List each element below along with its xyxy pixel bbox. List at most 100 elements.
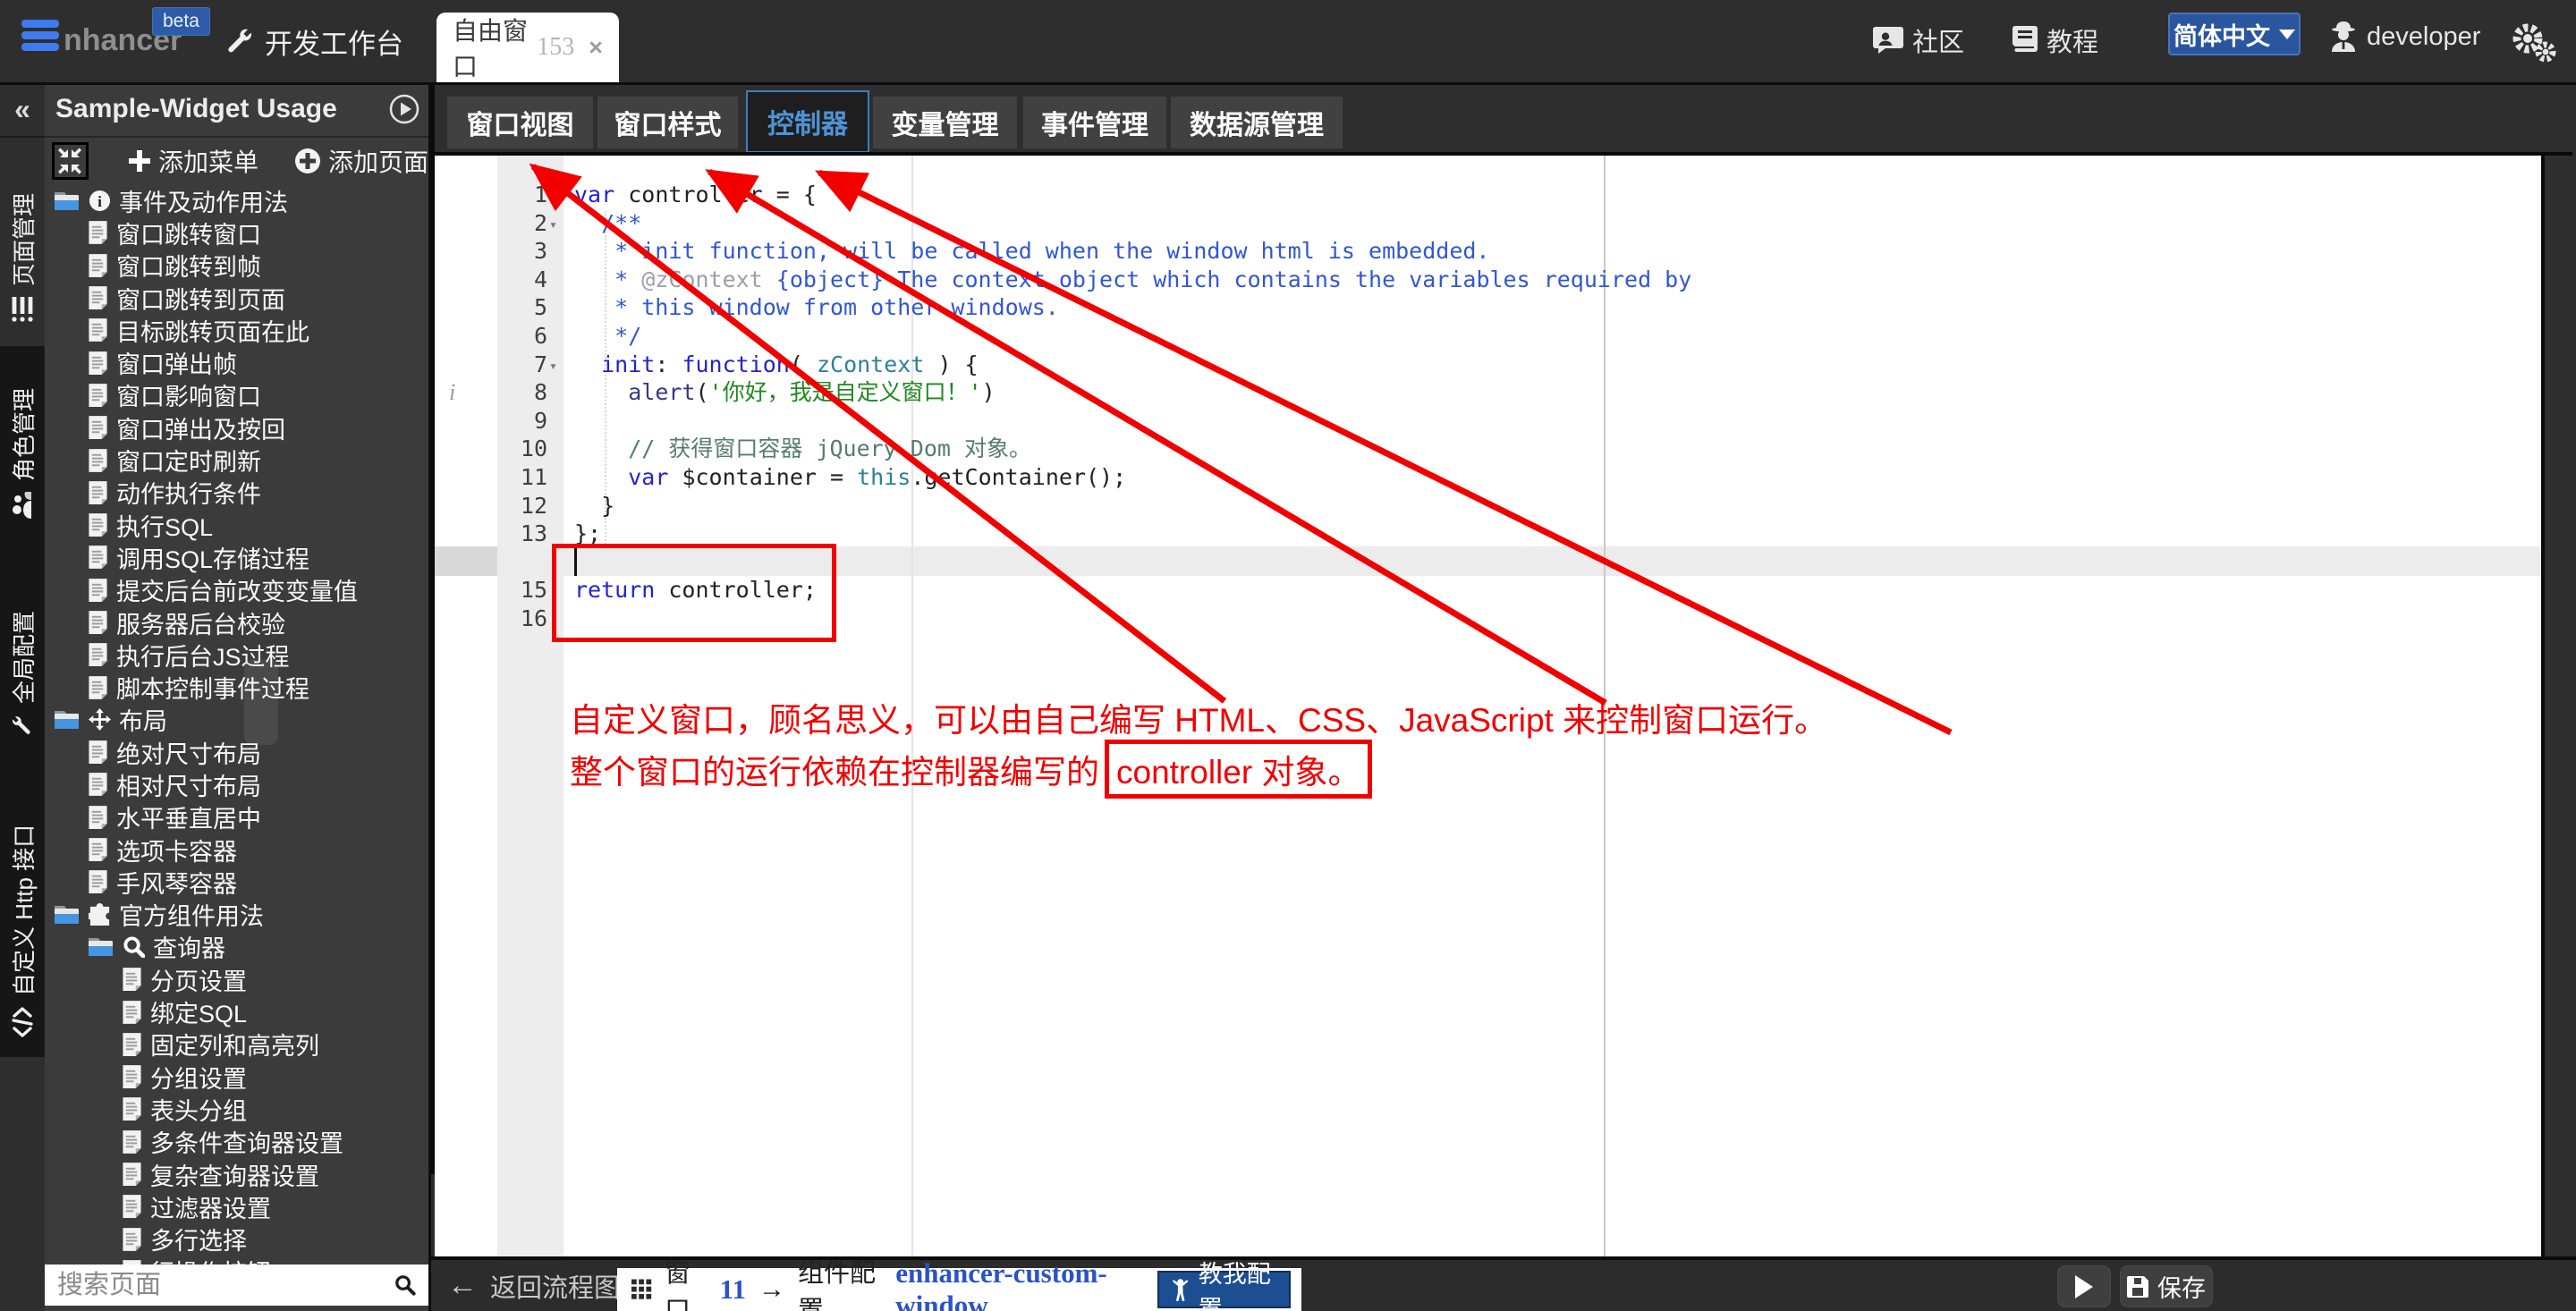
tree-folder[interactable]: i事件及动作用法 [45,184,428,216]
tree-item[interactable]: 动作执行条件 [45,477,428,509]
tree-item[interactable]: 窗口弹出及按回 [45,411,428,444]
document-icon [88,512,108,537]
user-menu[interactable]: developer [2329,21,2480,52]
collapse-all-button[interactable] [52,142,89,180]
gutter-active-line [435,546,501,576]
code-editor[interactable]: 1▾2▾34567▾8910111213141516 i var control… [435,156,2541,1256]
document-icon [88,253,108,278]
search-icon[interactable] [394,1272,416,1298]
close-icon[interactable]: × [589,34,603,62]
fold-toggle-icon[interactable]: ▾ [549,351,557,379]
tree-item[interactable]: 多行选择 [45,1223,428,1256]
search-input[interactable] [45,1271,394,1300]
tab-free-window[interactable]: 自由窗口 153 × [436,13,619,82]
bottom-bar: ← 返回流程图 窗口 11 → 组件配置 enhancer-custom-win… [431,1260,2576,1311]
rail-tab-1[interactable]: 页面管理 [0,148,45,331]
tree-item-label: 窗口定时刷新 [116,443,261,478]
code-line-15: return controller; [574,576,817,605]
crumb-window-number[interactable]: 11 [720,1273,746,1306]
code-icon [12,1007,33,1037]
editor-tab-4[interactable]: 变量管理 [873,97,1017,148]
editor-tab-5[interactable]: 事件管理 [1023,97,1166,148]
tree-item[interactable]: 调用SQL存储过程 [45,541,428,573]
tree-scrollbar[interactable] [244,659,278,745]
tree-item[interactable]: 服务器后台校验 [45,606,428,639]
left-rail: « 页面管理角色管理全局配置自定义 Http 接口 [0,82,45,1311]
document-icon [88,415,108,440]
tree-item[interactable]: 窗口跳转窗口 [45,216,428,249]
preview-run-button[interactable] [2057,1265,2111,1307]
tree-item-label: 动作执行条件 [116,475,261,510]
tree-item[interactable]: 窗口影响窗口 [45,379,428,411]
editor-tab-6[interactable]: 数据源管理 [1171,97,1343,148]
tree-item[interactable]: 固定列和高亮列 [45,1028,428,1061]
fold-toggle-icon[interactable]: ▾ [549,209,557,238]
tree-item[interactable]: 目标跳转页面在此 [45,314,428,346]
code-line-11: var $container = this.getContainer(); [574,463,1126,492]
tree-folder[interactable]: 查询器 [45,931,428,963]
line-number: 3 [497,237,547,266]
tree-item[interactable]: 窗口跳转到页面 [45,282,428,314]
main-area: 窗口视图窗口样式控制器变量管理事件管理数据源管理 1▾2▾34567▾89101… [431,82,2576,1311]
tree-item[interactable]: 复杂查询器设置 [45,1158,428,1190]
save-button[interactable]: 保存 [2120,1265,2213,1307]
tree-item[interactable]: 窗口跳转到帧 [45,250,428,282]
tree-item-label: 选项卡容器 [116,833,237,867]
tree-item[interactable]: 表头分组 [45,1093,428,1125]
tree-item[interactable]: 手风琴容器 [45,866,428,898]
add-menu-button[interactable]: 添加菜单 [128,143,258,179]
language-select[interactable]: 简体中文 [2168,13,2301,55]
tree-item-label: 官方组件用法 [119,897,264,932]
fold-toggle-icon[interactable]: ▾ [549,181,557,209]
rail-tab-3[interactable]: 全局配置 [0,572,45,747]
tree-folder[interactable]: 布局 [45,704,428,736]
tree-item[interactable]: 绝对尺寸布局 [45,736,428,768]
crumb-component-name[interactable]: enhancer-custom-window [895,1257,1145,1311]
tree-folder[interactable]: 官方组件用法 [45,899,428,931]
line-number: 11 [497,463,547,492]
tree-item[interactable]: 水平垂直居中 [45,801,428,833]
back-to-flow-button[interactable]: ← 返回流程图 [447,1260,620,1311]
document-icon [88,837,108,862]
tree-item[interactable]: 窗口定时刷新 [45,444,428,476]
tree-item[interactable]: 提交后台前改变变量值 [45,574,428,606]
settings-gears-button[interactable] [2510,21,2556,63]
tree-item[interactable]: 相对尺寸布局 [45,768,428,800]
svg-text:i: i [97,192,102,209]
tree-item[interactable]: 分组设置 [45,1061,428,1093]
editor-tab-2[interactable]: 窗口样式 [597,97,738,148]
tree-item-label: 固定列和高亮列 [150,1027,319,1061]
users-icon [12,492,33,519]
active-line-highlight [497,546,2541,576]
wrench-icon [11,715,34,738]
tree-item[interactable]: 绑定SQL [45,995,428,1028]
tutorial-link[interactable]: 教程 [2011,21,2098,59]
add-page-button[interactable]: 添加页面 [294,143,428,179]
editor-tab-1[interactable]: 窗口视图 [447,97,593,148]
tree-item[interactable]: 执行SQL [45,509,428,541]
tree-item[interactable]: 分页设置 [45,963,428,995]
tree-item[interactable]: 执行后台JS过程 [45,639,428,671]
community-link[interactable]: 社区 [1873,21,1964,59]
tree-item-label: 查询器 [153,929,225,964]
tree-item[interactable]: 过滤器设置 [45,1190,428,1222]
line-number: 2 [497,209,547,238]
line-number: 9 [497,407,547,436]
tree-item-label: 过滤器设置 [150,1189,271,1224]
rail-tab-2[interactable]: 角色管理 [0,353,45,528]
editor-tab-3[interactable]: 控制器 [746,90,869,153]
tree-item[interactable]: 选项卡容器 [45,833,428,866]
collapse-sidebar-button[interactable]: « [0,82,45,138]
line-number: 10 [497,435,547,463]
tree-item[interactable]: 窗口弹出帧 [45,346,428,378]
teach-me-button[interactable]: 教我配置 [1157,1271,1291,1308]
run-project-icon[interactable] [389,94,419,124]
editor-tab-bar: 窗口视图窗口样式控制器变量管理事件管理数据源管理 [435,82,2576,152]
tree-item[interactable]: 多条件查询器设置 [45,1126,428,1158]
tree-item[interactable]: 脚本控制事件过程 [45,671,428,703]
code-line-3: * init function, will be called when the… [574,237,1490,266]
tree-item-label: 手风琴容器 [116,865,237,900]
info-icon: i [89,190,111,212]
rail-tab-4[interactable]: 自定义 Http 接口 [0,782,45,1046]
document-icon [122,967,142,992]
